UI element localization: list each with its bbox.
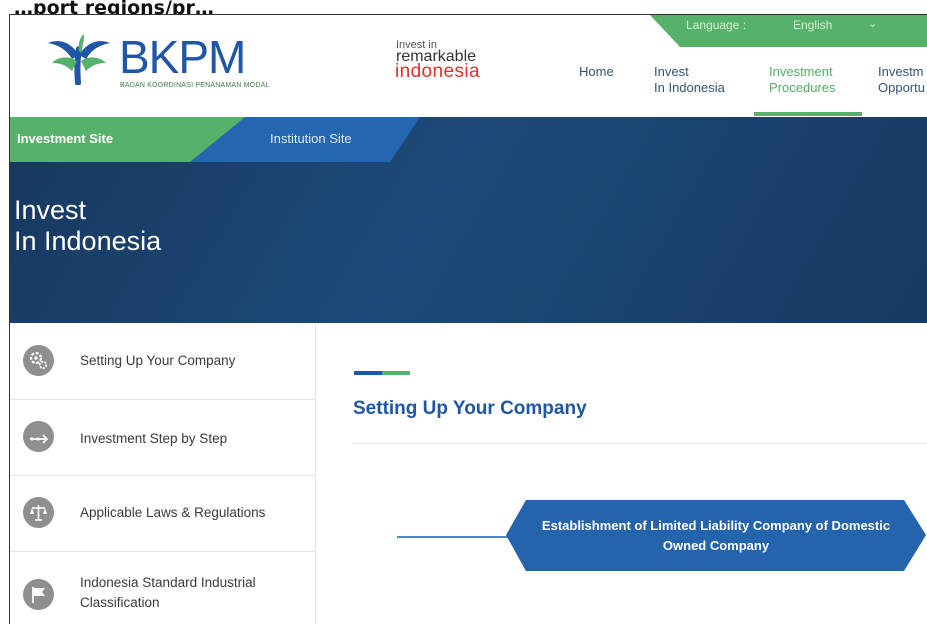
nav-label-line1: Investment [769,64,833,79]
page-title-line1: Invest [14,195,87,225]
tab-investment-label[interactable]: Investment Site [17,131,113,146]
sidebar-item-investment-steps[interactable]: Investment Step by Step [10,399,315,476]
sidebar-item-label: Investment Step by Step [80,431,228,446]
sidebar-item-isic[interactable]: Indonesia Standard Industrial Classifica… [10,551,315,624]
section-divider [353,443,927,444]
nav-label-line2: Opportu [878,80,925,95]
language-label: Language : [686,18,747,32]
scales-icon [23,497,54,528]
flag-icon [23,579,54,610]
page-title-line2: In Indonesia [14,226,162,256]
nav-active-indicator [754,112,862,116]
section-title: Setting Up Your Company [353,398,587,419]
nav-label-line1: Invest [654,64,689,79]
logo-wordmark[interactable]: BKPM [119,33,246,81]
logo-subtitle: BADAN KOORDINASI PENANAMAN MODAL [120,82,270,89]
flow-step-label[interactable]: Establishment of Limited Liability Compa… [520,516,912,556]
bkpm-logo-icon[interactable] [44,33,116,85]
sidebar-item-label-group: Indonesia Standard Industrial Classifica… [80,573,256,613]
nav-invest-in-indonesia[interactable]: Invest In Indonesia [654,64,725,96]
nav-investment-opportunities[interactable]: Investm Opportu [878,64,925,96]
chevron-down-icon[interactable]: ⌄ [868,17,877,30]
sidebar-item-laws-regulations[interactable]: Applicable Laws & Regulations [10,475,315,552]
sidebar-item-label: Indonesia Standard Industrial [80,575,256,590]
tagline-line3: indonesia [395,61,480,82]
title-accent-blue [354,371,382,375]
nav-home[interactable]: Home [579,64,614,80]
nav-label-line2: Procedures [769,80,836,95]
sidebar-item-label: Applicable Laws & Regulations [80,505,266,520]
flow-connector [397,536,512,538]
sidebar: Setting Up Your Company Investment Step … [10,323,316,624]
browser-viewport: Language : English ⌄ BKPM BADAN KOORDINA… [9,14,927,624]
sidebar-item-label-line2: Classification [80,595,160,610]
page-title: Invest In Indonesia [14,195,161,257]
nav-label-line1: Investm [878,64,924,79]
site-header: Language : English ⌄ BKPM BADAN KOORDINA… [10,15,927,118]
language-select[interactable]: English [793,18,832,32]
nav-label-line2: In Indonesia [654,80,725,95]
sidebar-item-setting-up[interactable]: Setting Up Your Company [10,323,315,400]
nav-home-label: Home [579,64,614,79]
gears-icon [23,345,54,376]
title-accent-green [382,371,410,375]
nav-investment-procedures[interactable]: Investment Procedures [769,64,835,96]
steps-icon [23,421,54,452]
hero-banner: Investment Site Institution Site Invest … [10,117,927,323]
sidebar-item-label: Setting Up Your Company [80,353,236,368]
tab-institution-label[interactable]: Institution Site [270,131,352,146]
